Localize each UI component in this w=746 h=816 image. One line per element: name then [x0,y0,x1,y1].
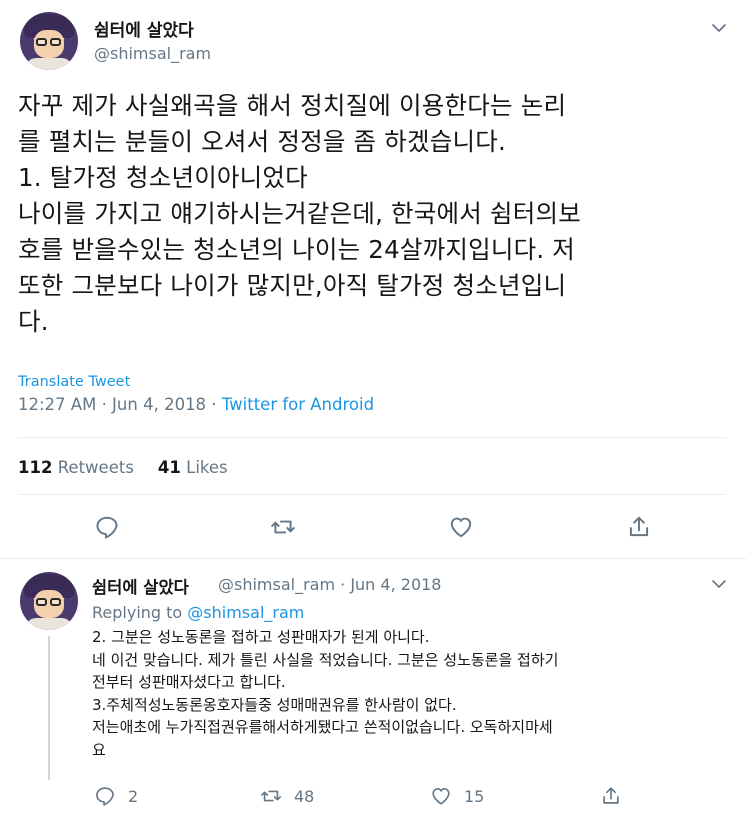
retweet-button[interactable]: 48 [260,785,314,807]
tweet-text: 2. 그분은 성노동론을 접하고 성판매자가 된게 아니다. 네 이건 맞습니다… [92,628,559,759]
replying-to: Replying to @shimsal_ram [92,603,305,622]
share-icon [603,787,619,804]
user-handle[interactable]: @shimsal_ram [94,44,211,63]
tweet-separator [0,558,746,559]
reply-button[interactable]: 2 [94,785,138,807]
avatar[interactable] [20,572,78,630]
heart-icon[interactable] [448,514,474,540]
tweet-source-link[interactable]: Twitter for Android [222,395,374,414]
handle-and-date[interactable]: @shimsal_ram · Jun 4, 2018 [218,575,441,594]
tweet-text: 자꾸 제가 사실왜곡을 해서 정치질에 이용한다는 논리 를 펼치는 분들이 오… [18,91,581,336]
reply-icon[interactable] [94,514,120,540]
main-tweet: 쉼터에 살았다 @shimsal_ram 자꾸 제가 사실왜곡을 해서 정치질에… [0,0,746,560]
divider [18,437,726,438]
share-icon[interactable] [626,514,652,540]
retweet-icon[interactable] [270,514,296,540]
tweet-stats: 112 Retweets 41 Likes [18,458,228,477]
display-name[interactable]: 쉼터에 살았다 [94,16,194,41]
reply-icon [96,787,114,806]
tweet-timestamp: 12:27 AM · Jun 4, 2018 · Twitter for And… [18,395,374,414]
likes-stat[interactable]: 41 Likes [158,458,228,477]
like-count: 15 [464,786,485,806]
like-button[interactable]: 15 [430,785,484,807]
thread-line [48,636,50,780]
retweet-icon [261,790,281,802]
share-button[interactable] [600,785,634,807]
heart-icon [432,788,450,805]
reply-count: 2 [128,786,139,806]
display-name[interactable]: 쉼터에 살았다 [92,574,189,598]
avatar[interactable] [20,12,78,70]
translate-tweet-link[interactable]: Translate Tweet [18,374,130,390]
replying-to-handle[interactable]: @shimsal_ram [187,603,304,622]
retweet-count: 48 [294,786,315,806]
divider [18,494,726,495]
chevron-down-icon[interactable] [710,575,728,593]
chevron-down-icon[interactable] [710,19,728,37]
tweet-time[interactable]: 12:27 AM · Jun 4, 2018 · [18,395,222,414]
retweets-stat[interactable]: 112 Retweets [18,458,134,477]
